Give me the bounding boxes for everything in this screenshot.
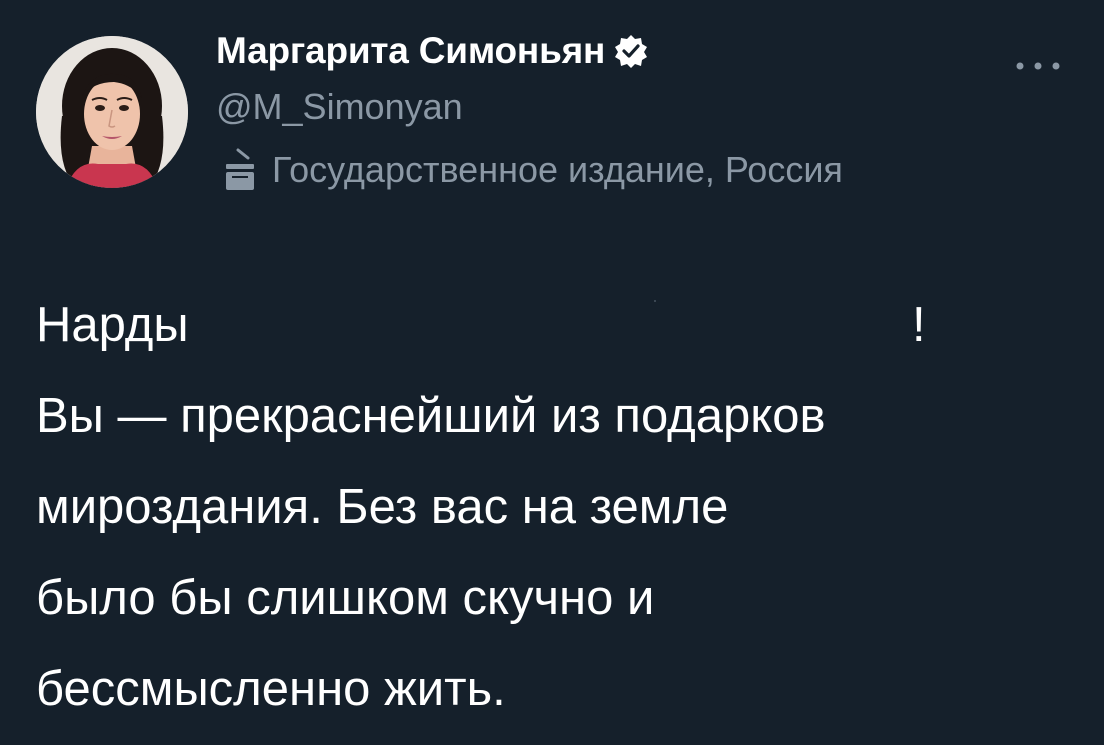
- author-handle[interactable]: @M_Simonyan: [216, 86, 463, 128]
- state-media-label[interactable]: Государственное издание, Россия: [220, 148, 843, 192]
- avatar-image: [36, 36, 188, 188]
- avatar[interactable]: [36, 36, 188, 188]
- tweet-text-line: было бы слишком скучно и: [36, 571, 655, 625]
- tweet-text-line: мироздания. Без вас на земле: [36, 480, 729, 534]
- tweet-exclamation: !: [912, 298, 926, 352]
- state-media-label-text: Государственное издание, Россия: [272, 149, 843, 190]
- author-name-row: Маргарита Симоньян: [216, 30, 649, 72]
- tweet-card: Маргарита Симоньян @M_Simonyan Государст…: [0, 0, 1104, 745]
- redaction-speck: [654, 300, 656, 302]
- verified-badge-icon: [613, 33, 649, 69]
- tweet-text-line: бессмысленно жить.: [36, 662, 506, 716]
- author-display-name[interactable]: Маргарита Симоньян: [216, 30, 605, 72]
- tweet-text-line: Вы — прекраснейший из подарков: [36, 389, 826, 443]
- government-podium-icon: [220, 148, 260, 192]
- more-options-icon[interactable]: [1010, 58, 1066, 74]
